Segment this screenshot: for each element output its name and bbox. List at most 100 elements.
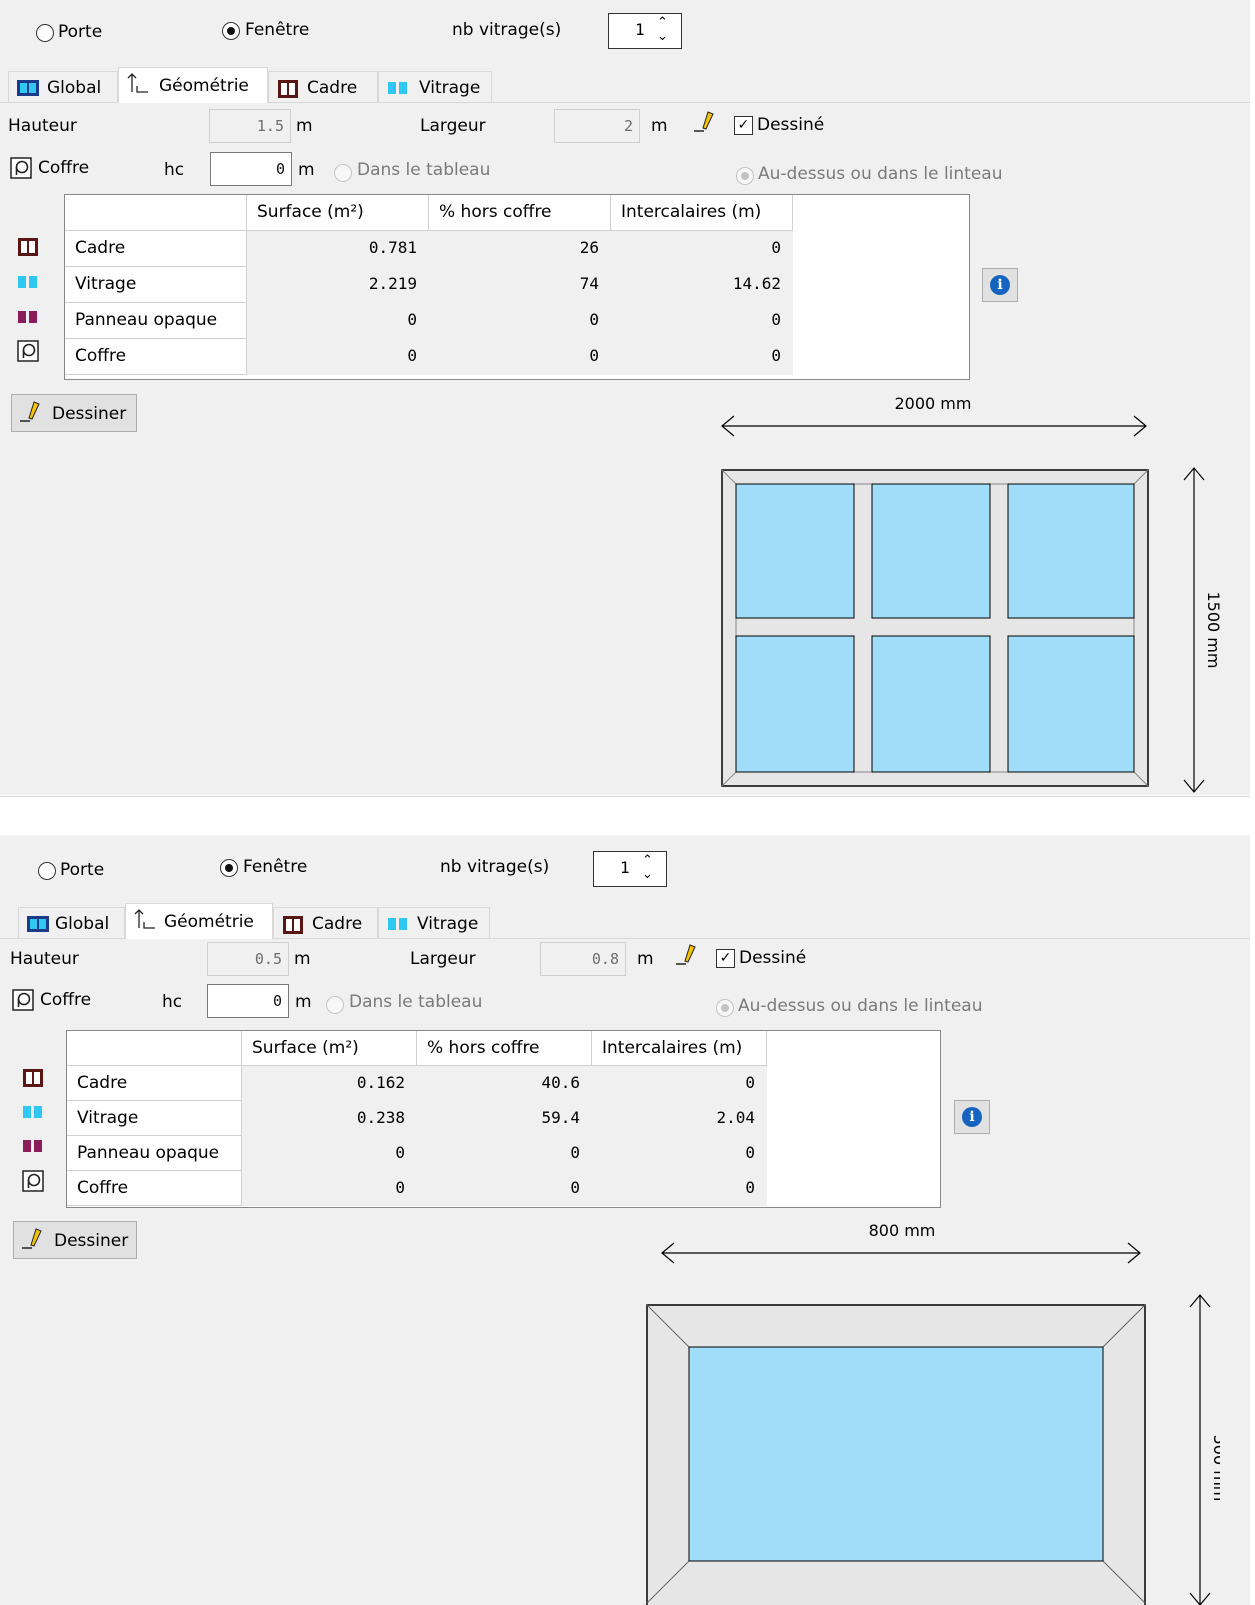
window-drawing: 2000 mm 1500 mm	[721, 394, 1220, 793]
nb-vitrage-label: nb vitrage(s)	[440, 857, 550, 877]
au-dessus-label[interactable]: Au-dessus ou dans le linteau	[758, 164, 1002, 184]
porte-label[interactable]: Porte	[58, 22, 102, 42]
fenetre-radio[interactable]	[222, 22, 240, 40]
column-header: Intercalaires (m)	[592, 1031, 767, 1066]
table-cell: 40.6	[417, 1066, 592, 1101]
vitrage-icon	[388, 82, 407, 94]
dessine-label[interactable]: Dessiné	[739, 948, 806, 968]
table-cell: 59.4	[417, 1101, 592, 1136]
largeur-label: Largeur	[420, 116, 486, 136]
dessine-label[interactable]: Dessiné	[757, 115, 824, 135]
table-cell: 26	[429, 231, 611, 267]
table-cell: 0	[247, 339, 429, 375]
pencil-icon	[20, 401, 40, 422]
tab-cadre[interactable]: Cadre	[268, 71, 378, 102]
hc-label: hc	[164, 160, 185, 180]
coffre-icon	[10, 157, 32, 179]
tab-cadre[interactable]: Cadre	[273, 907, 378, 938]
results-table: Surface (m²) % hors coffre Intercalaires…	[64, 194, 970, 380]
tab-vitrage[interactable]: Vitrage	[378, 907, 490, 938]
row-header: Vitrage	[67, 1101, 242, 1136]
dessiner-button[interactable]: Dessiner	[13, 1221, 137, 1259]
column-header: % hors coffre	[429, 195, 611, 231]
panel-separator	[0, 796, 1250, 797]
coffre-label: Coffre	[38, 158, 90, 178]
geometry-ruler-icon	[134, 909, 155, 929]
au-dessus-radio[interactable]	[716, 999, 734, 1017]
hauteur-input[interactable]: 1.5	[209, 109, 291, 143]
column-header: Surface (m²)	[242, 1031, 417, 1066]
global-icon	[17, 80, 39, 96]
table-cell: 0	[247, 303, 429, 339]
fenetre-label[interactable]: Fenêtre	[245, 20, 309, 40]
dans-tableau-radio[interactable]	[334, 164, 352, 182]
table-cell: 0.162	[242, 1066, 417, 1101]
porte-radio[interactable]	[38, 862, 56, 880]
tab-global[interactable]: Global	[8, 71, 118, 102]
table-cell: 14.62	[611, 267, 793, 303]
table-cell: 0	[429, 339, 611, 375]
nb-vitrage-spinner[interactable]: 1 ⌃ ⌄	[608, 13, 682, 49]
cadre-icon	[18, 238, 38, 256]
nb-vitrage-value: 1	[635, 20, 645, 39]
cadre-icon	[278, 80, 298, 98]
hauteur-input[interactable]: 0.5	[207, 942, 289, 976]
au-dessus-radio[interactable]	[736, 167, 754, 185]
tab-vitrage[interactable]: Vitrage	[378, 71, 492, 102]
spinner-arrows-icon[interactable]: ⌃ ⌄	[642, 854, 653, 882]
window-geometry-panel-1: Porte Fenêtre nb vitrage(s) 1 ⌃ ⌄ Global …	[0, 0, 1250, 795]
dessiner-label: Dessiner	[52, 404, 127, 424]
tab-vitrage-label: Vitrage	[419, 78, 481, 98]
table-cell: 0	[611, 303, 793, 339]
hc-unit: m	[295, 992, 312, 1012]
table-cell: 0	[429, 303, 611, 339]
tab-geometrie[interactable]: Géométrie	[125, 903, 273, 939]
spinner-arrows-icon[interactable]: ⌃ ⌄	[657, 16, 668, 44]
nb-vitrage-spinner[interactable]: 1 ⌃ ⌄	[593, 851, 667, 887]
fenetre-label[interactable]: Fenêtre	[243, 857, 307, 877]
pencil-icon[interactable]	[676, 943, 702, 967]
table-cell: 0	[592, 1066, 767, 1101]
info-button[interactable]: i	[982, 268, 1018, 302]
au-dessus-label[interactable]: Au-dessus ou dans le linteau	[738, 996, 982, 1016]
width-dimension-label: 800 mm	[869, 1221, 936, 1240]
pencil-icon[interactable]	[694, 110, 720, 134]
tab-global-label: Global	[55, 914, 110, 934]
dessiner-button[interactable]: Dessiner	[11, 394, 137, 432]
global-icon	[27, 916, 49, 932]
dessine-checkbox[interactable]: ✓	[734, 116, 753, 135]
hc-input[interactable]: 0	[210, 152, 292, 186]
tab-geometrie[interactable]: Géométrie	[118, 67, 268, 103]
fenetre-radio[interactable]	[220, 859, 238, 877]
vitrage-icon	[18, 276, 37, 288]
hc-unit: m	[298, 160, 315, 180]
table-cell: 0	[242, 1171, 417, 1206]
porte-radio[interactable]	[36, 24, 54, 42]
porte-label[interactable]: Porte	[60, 860, 104, 880]
row-header: Panneau opaque	[65, 303, 247, 339]
row-header: Coffre	[67, 1171, 242, 1206]
tab-global[interactable]: Global	[18, 907, 125, 938]
table-cell: 0	[417, 1171, 592, 1206]
hc-input[interactable]: 0	[207, 984, 289, 1018]
dans-tableau-radio[interactable]	[326, 996, 344, 1014]
dans-tableau-label[interactable]: Dans le tableau	[349, 992, 482, 1012]
table-cell: 0.238	[242, 1101, 417, 1136]
table-cell: 0	[611, 231, 793, 267]
row-header: Panneau opaque	[67, 1136, 242, 1171]
dans-tableau-label[interactable]: Dans le tableau	[357, 160, 490, 180]
largeur-input[interactable]: 2	[554, 109, 640, 143]
vitrage-icon	[388, 918, 407, 930]
table-cell: 0	[592, 1171, 767, 1206]
height-dimension-label: 1500 mm	[1204, 592, 1220, 669]
info-button[interactable]: i	[954, 1100, 990, 1134]
coffre-icon	[12, 989, 34, 1011]
tab-global-label: Global	[47, 78, 102, 98]
window-drawing: 800 mm 500 mm	[646, 1221, 1220, 1605]
hauteur-label: Hauteur	[10, 949, 79, 969]
hauteur-unit: m	[296, 116, 313, 136]
dessine-checkbox[interactable]: ✓	[716, 949, 735, 968]
row-header: Vitrage	[65, 267, 247, 303]
largeur-input[interactable]: 0.8	[540, 942, 626, 976]
nb-vitrage-value: 1	[620, 858, 630, 877]
